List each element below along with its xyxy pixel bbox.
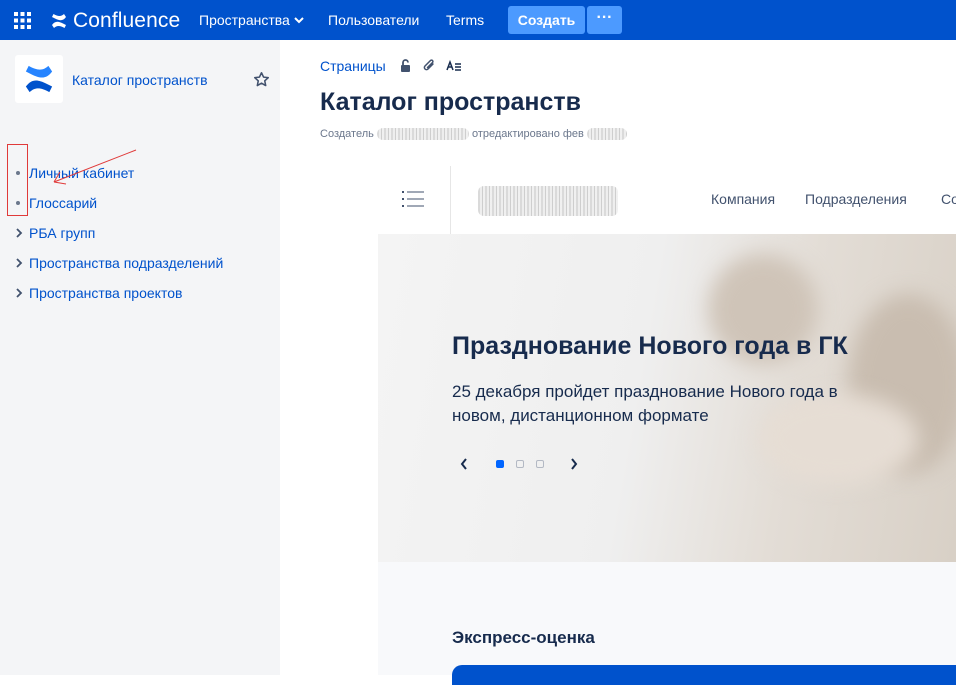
tree-item-label[interactable]: Пространства подразделений [29,255,223,271]
portal-nav-divisions[interactable]: Подразделения [805,191,907,207]
page-byline: Создатель отредактировано фев [320,128,627,141]
chevron-right-icon[interactable] [8,228,29,238]
redacted-author [376,128,469,141]
tree-item-division-spaces[interactable]: Пространства подразделений [8,248,223,278]
carousel-dot[interactable] [516,460,524,468]
text-format-icon[interactable] [446,58,462,74]
annotation-highlight-box [7,144,28,216]
space-avatar[interactable] [15,55,63,103]
chevron-left-icon [460,458,467,470]
space-sidebar: Каталог пространств Личный кабинет Глосс… [0,40,280,675]
redacted-date [586,128,627,141]
express-assessment-section: Экспресс-оценка [378,562,956,685]
attachment-icon[interactable] [422,58,438,74]
tree-item-glossary[interactable]: Глоссарий [8,188,223,218]
more-create-options-button[interactable]: ··· [587,6,622,34]
chevron-right-icon[interactable] [8,288,29,298]
portal-header-divider [450,166,451,234]
portal-nav-more[interactable]: Со [941,191,956,207]
carousel-next-button[interactable] [562,454,586,474]
tree-item-project-spaces[interactable]: Пространства проектов [8,278,223,308]
express-assessment-card[interactable] [452,665,956,685]
create-button[interactable]: Создать [508,6,585,34]
banner-carousel-controls [452,454,586,474]
carousel-prev-button[interactable] [452,454,476,474]
star-icon[interactable] [253,71,270,88]
chevron-down-icon [294,17,304,24]
tree-item-label[interactable]: Глоссарий [29,195,97,211]
nav-spaces-label: Пространства [199,12,290,28]
unlock-icon[interactable] [398,58,414,74]
section-title: Экспресс-оценка [452,628,595,647]
annotation-arrow [53,149,137,185]
carousel-dot[interactable] [536,460,544,468]
tree-item-label[interactable]: Пространства проектов [29,285,182,301]
nav-spaces-dropdown[interactable]: Пространства [199,12,304,28]
nav-terms-link[interactable]: Terms [446,12,484,28]
confluence-logo[interactable]: Confluence [51,9,180,33]
top-navigation-bar: Confluence Пространства Пользователи Ter… [0,0,956,40]
banner-text: 25 декабря пройдет празднование Нового г… [452,382,838,425]
confluence-logo-icon [52,14,66,28]
breadcrumb: Страницы [320,58,462,74]
breadcrumb-pages-link[interactable]: Страницы [320,58,386,74]
page-content: Страницы Каталог пространств Создатель о… [280,40,956,685]
confluence-logo-icon [25,65,53,93]
redacted-portal-logo [478,186,618,216]
tree-item-label[interactable]: РБА групп [29,225,95,241]
chevron-right-icon [571,458,578,470]
menu-icon[interactable] [402,190,424,208]
chevron-right-icon[interactable] [8,258,29,268]
carousel-dot[interactable] [496,460,504,468]
byline-edited-label: отредактировано [471,128,560,140]
portal-header: Компания Подразделения Со [378,166,956,234]
banner-title: Празднование Нового года в ГК [452,332,848,360]
news-banner: Празднование Нового года в ГК 25 декабря… [378,234,956,562]
app-switcher-icon[interactable] [14,12,31,29]
nav-users-link[interactable]: Пользователи [328,12,419,28]
portal-nav-company[interactable]: Компания [711,191,775,207]
byline-created-label: Создатель [320,128,374,140]
app-name: Confluence [73,9,181,32]
carousel-dots [496,460,544,468]
tree-item-rba-groups[interactable]: РБА групп [8,218,223,248]
space-name-link[interactable]: Каталог пространств [72,72,208,88]
page-title: Каталог пространств [320,88,582,116]
byline-date-label: фев [562,128,584,140]
